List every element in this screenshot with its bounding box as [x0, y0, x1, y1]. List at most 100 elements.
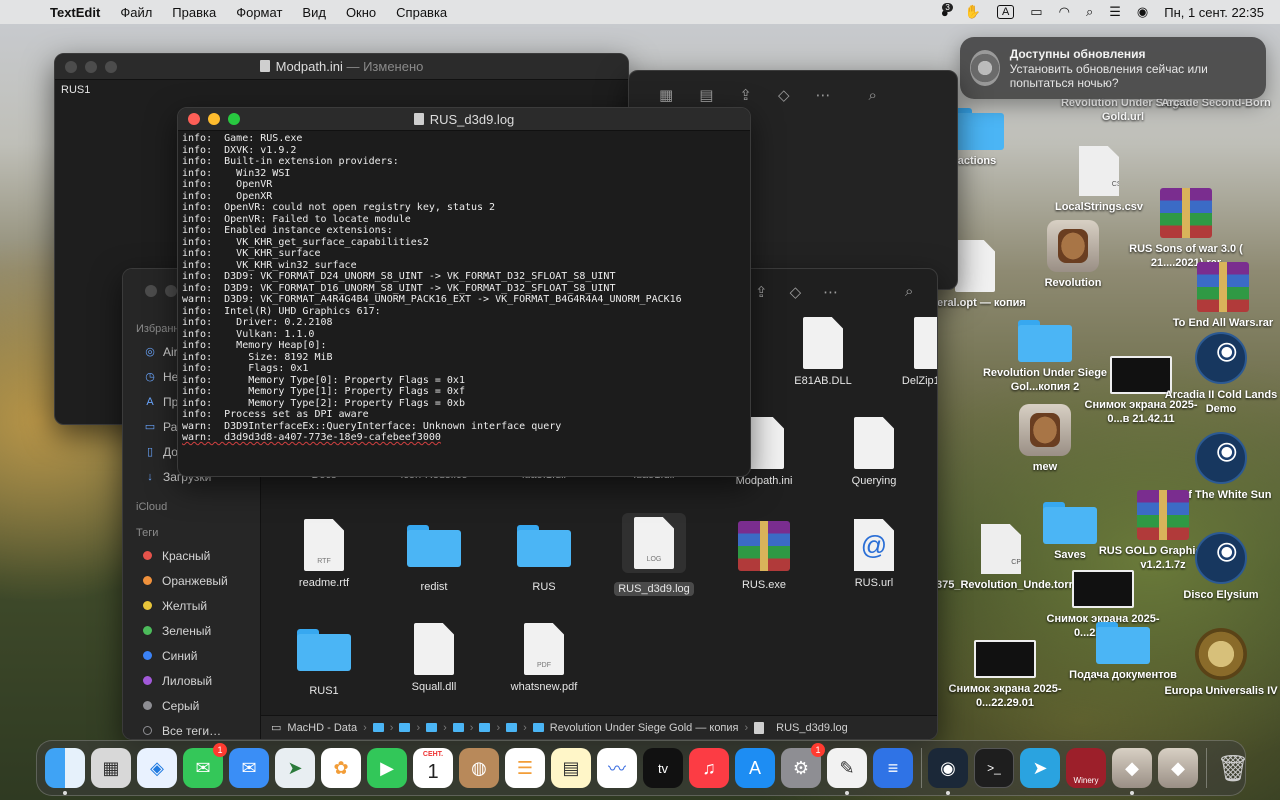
close-button[interactable] [145, 285, 157, 297]
battery-icon[interactable]: ▭ [1030, 4, 1042, 20]
path-root[interactable]: MacHD - Data [287, 722, 357, 734]
minimize-button[interactable] [85, 60, 97, 73]
control-center-icon[interactable]: ☰ [1109, 4, 1121, 20]
path-file[interactable]: RUS_d3d9.log [776, 722, 848, 734]
menu-help[interactable]: Справка [396, 5, 447, 20]
group-icon[interactable]: ▤ [699, 86, 713, 104]
desktop-icon[interactable]: Снимок экрана 2025-0...22.29.01 [940, 640, 1070, 710]
menu-app-name[interactable]: TextEdit [50, 5, 100, 20]
photos-dock-icon[interactable]: ✿ [321, 748, 361, 788]
file-item[interactable]: E81AB.DLL [768, 317, 878, 387]
file-item[interactable]: RUS.exe [709, 521, 819, 591]
music-dock-icon[interactable]: ♫ [689, 748, 729, 788]
window-titlebar[interactable]: RUS_d3d9.log [178, 108, 750, 131]
sidebar-tag-red[interactable]: Красный [123, 543, 260, 568]
search-icon[interactable]: ⌕ [905, 283, 913, 300]
file-item[interactable]: Querying [819, 417, 929, 487]
sidebar-tag-yellow[interactable]: Желтый [123, 593, 260, 618]
desktop-icon[interactable]: Europa Universalis IV [1156, 628, 1280, 698]
mail-dock-icon[interactable]: ✉ [229, 748, 269, 788]
file-item[interactable]: RUS [489, 525, 599, 593]
file-item[interactable]: DelZip179.dll [879, 317, 937, 387]
desktop-icon[interactable]: mew [980, 404, 1110, 474]
reminders-dock-icon[interactable]: ☰ [505, 748, 545, 788]
tag-icon[interactable]: ◇ [778, 86, 790, 104]
sidebar-tag-gray[interactable]: Серый [123, 693, 260, 718]
close-button[interactable] [65, 60, 77, 73]
window-titlebar[interactable]: Modpath.ini — Изменено [55, 54, 628, 80]
minimize-button[interactable] [165, 285, 177, 297]
telegram-dock-icon[interactable]: ➤ [1020, 748, 1060, 788]
menu-window[interactable]: Окно [346, 5, 376, 20]
file-item[interactable]: Squall.dll [379, 623, 489, 693]
calendar-dock-icon[interactable]: СЕНТ. 1 [413, 748, 453, 788]
folder-icon[interactable] [506, 723, 518, 732]
minimize-button[interactable] [208, 113, 220, 125]
winery-dock-icon[interactable]: Winery [1066, 748, 1106, 788]
file-item[interactable]: @ RUS.url [819, 519, 929, 589]
apple-tv-dock-icon[interactable]: tv [643, 748, 683, 788]
file-item[interactable]: RUS1 [269, 629, 379, 697]
textedit-dock-icon[interactable]: ✎ [827, 748, 867, 795]
menu-clock[interactable]: Пн, 1 сент. 22:35 [1164, 5, 1264, 20]
menu-format[interactable]: Формат [236, 5, 282, 20]
menu-file[interactable]: Файл [120, 5, 152, 20]
notes-dock-icon[interactable]: ▤ [551, 748, 591, 788]
siri-icon[interactable]: ◉ [1137, 4, 1148, 20]
wine-app-dock-icon[interactable]: ◆ [1158, 748, 1198, 788]
tray-app-icon[interactable]: ✋ [965, 4, 981, 20]
file-item[interactable]: redist [379, 525, 489, 593]
share-icon[interactable]: ⇪ [755, 283, 768, 301]
desktop-icon[interactable]: RUS Sons of war 3.0 ( 21....2021).rar [1121, 188, 1251, 270]
trash-dock-icon[interactable]: 🗑 [1213, 748, 1253, 788]
wine-app-dock-icon[interactable]: ◆ [1112, 748, 1152, 795]
folder-icon[interactable] [399, 723, 411, 732]
log-text-area[interactable]: info: Game: RUS.exe info: DXVK: v1.9.2 inf… [178, 131, 750, 446]
messages-dock-icon[interactable]: ✉ 1 [183, 743, 227, 788]
terminal-dock-icon[interactable]: >_ [974, 748, 1014, 788]
search-icon[interactable]: ⌕ [1086, 4, 1093, 20]
steam-dock-icon[interactable]: ◉ [928, 748, 968, 795]
input-source-indicator[interactable]: A [996, 5, 1015, 19]
sidebar-tag-blue[interactable]: Синий [123, 643, 260, 668]
sidebar-all-tags[interactable]: Все теги… [123, 718, 260, 739]
app-status-icon[interactable]: ● 3 [941, 2, 953, 20]
file-item[interactable]: PDF whatsnew.pdf [489, 623, 599, 693]
menu-edit[interactable]: Правка [172, 5, 216, 20]
textedit-log-window[interactable]: RUS_d3d9.log info: Game: RUS.exe info: DX… [177, 107, 751, 477]
system-settings-dock-icon[interactable]: ⚙ 1 [781, 743, 825, 788]
safari-dock-icon[interactable]: ◈ [137, 748, 177, 788]
desktop-icon[interactable]: Disco Elysium [1156, 532, 1280, 602]
text-editor[interactable]: RUS1 [55, 80, 628, 100]
file-item-selected[interactable]: LOG RUS_d3d9.log [599, 513, 709, 596]
menu-view[interactable]: Вид [302, 5, 326, 20]
zoom-button[interactable] [105, 60, 117, 73]
sidebar-tag-green[interactable]: Зеленый [123, 618, 260, 643]
app-store-dock-icon[interactable]: A [735, 748, 775, 788]
folder-icon[interactable] [372, 723, 384, 732]
folder-icon[interactable] [452, 723, 464, 732]
more-icon[interactable]: ⋯ [823, 283, 838, 301]
search-icon[interactable]: ⌕ [869, 87, 877, 104]
folder-icon[interactable] [479, 723, 491, 732]
sidebar-tag-purple[interactable]: Лиловый [123, 668, 260, 693]
grid-view-icon[interactable]: ▦ [659, 86, 673, 104]
share-icon[interactable]: ⇪ [739, 86, 752, 104]
facetime-dock-icon[interactable]: ▶ [367, 748, 407, 788]
notepad-dock-icon[interactable]: ≡ [873, 748, 913, 788]
finder-dock-icon[interactable] [45, 748, 85, 795]
contacts-dock-icon[interactable]: ◍ [459, 748, 499, 788]
update-notification[interactable]: Доступны обновления Установить обновлени… [960, 37, 1266, 99]
path-folder[interactable]: Revolution Under Siege Gold — копия [550, 722, 739, 734]
desktop-icon[interactable]: Arcadia II Cold Lands Demo [1156, 332, 1280, 416]
more-icon[interactable]: ⋯ [816, 86, 831, 104]
wifi-icon[interactable]: ◠ [1059, 4, 1070, 20]
desktop-icon[interactable]: To End All Wars.rar [1158, 262, 1280, 330]
editor-content[interactable]: RUS1 [61, 84, 622, 96]
folder-icon[interactable] [426, 723, 438, 732]
sidebar-tag-orange[interactable]: Оранжевый [123, 568, 260, 593]
tag-icon[interactable]: ◇ [790, 283, 802, 301]
launchpad-dock-icon[interactable]: ▦ [91, 748, 131, 788]
file-item[interactable]: RTF readme.rtf [269, 519, 379, 589]
freeform-dock-icon[interactable]: 〰 [597, 748, 637, 788]
